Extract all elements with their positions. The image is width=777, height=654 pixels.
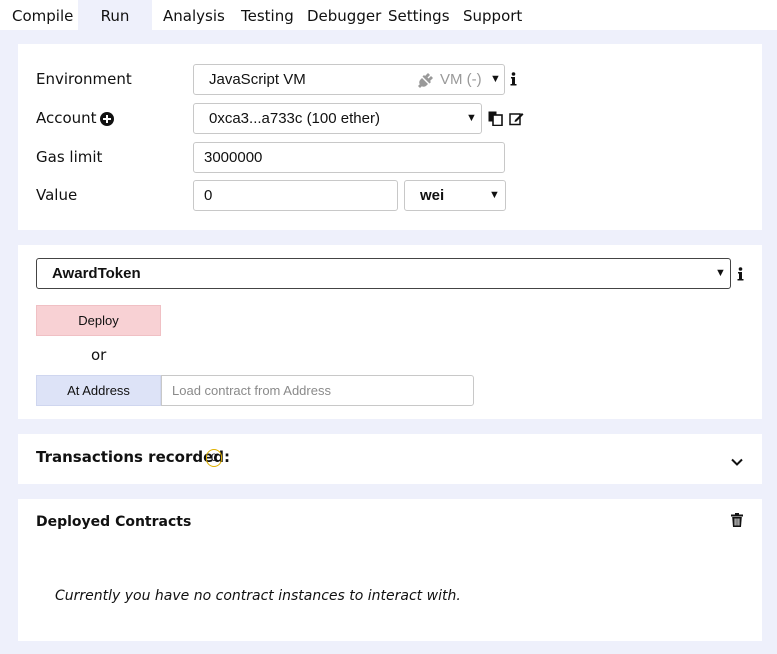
edit-icon[interactable] — [509, 111, 524, 130]
deployed-contracts-card: Deployed Contracts Currently you have no… — [18, 499, 762, 641]
info-icon[interactable] — [737, 266, 744, 285]
value-amount: 0 — [204, 187, 213, 204]
unit-value: wei — [420, 187, 445, 204]
value-label: Value — [36, 186, 78, 204]
gas-limit-input[interactable]: 3000000 — [193, 142, 505, 173]
account-label: Account — [36, 109, 97, 127]
tab-debugger[interactable]: Debugger — [307, 0, 381, 30]
transactions-count-badge: 0 — [206, 449, 222, 467]
plus-circle-icon[interactable] — [100, 111, 114, 130]
contract-value: AwardToken — [52, 265, 141, 282]
chevron-down-icon: ▼ — [490, 73, 501, 85]
environment-select[interactable]: JavaScript VM VM (-) ▼ — [193, 64, 505, 95]
info-icon[interactable] — [510, 71, 517, 90]
deploy-button[interactable]: Deploy — [36, 305, 161, 336]
deployed-contracts-title: Deployed Contracts — [36, 514, 192, 530]
trash-icon[interactable] — [731, 512, 743, 531]
chevron-down-icon: ▼ — [489, 189, 500, 201]
account-select[interactable]: 0xca3...a733c (100 ether) ▼ — [193, 103, 482, 134]
copy-icon[interactable] — [488, 111, 503, 130]
tab-bar: Compile Run Analysis Testing Debugger Se… — [0, 0, 777, 30]
transactions-label: Transactions recorded: — [36, 448, 230, 466]
gas-limit-value: 3000000 — [204, 149, 263, 166]
chevron-down-icon: ▼ — [715, 267, 726, 279]
tab-support[interactable]: Support — [463, 0, 522, 30]
run-settings-card: Environment JavaScript VM VM (-) ▼ Accou… — [18, 44, 762, 230]
unit-select[interactable]: wei ▼ — [404, 180, 506, 211]
environment-value: JavaScript VM — [209, 71, 306, 88]
gas-limit-label: Gas limit — [36, 148, 103, 166]
transactions-card[interactable]: Transactions recorded: 0 — [18, 434, 762, 484]
chevron-down-icon: ▼ — [466, 112, 477, 124]
value-input[interactable]: 0 — [193, 180, 398, 211]
account-value: 0xca3...a733c (100 ether) — [209, 110, 380, 127]
chevron-down-icon[interactable] — [731, 452, 743, 471]
plug-icon — [418, 72, 434, 92]
tab-compile[interactable]: Compile — [12, 0, 73, 30]
deploy-card: AwardToken ▼ Deploy or At Address Load c… — [18, 245, 762, 419]
address-placeholder: Load contract from Address — [172, 383, 331, 398]
tab-settings[interactable]: Settings — [388, 0, 450, 30]
tab-testing[interactable]: Testing — [241, 0, 294, 30]
or-label: or — [91, 346, 107, 364]
tab-analysis[interactable]: Analysis — [163, 0, 225, 30]
no-instances-message: Currently you have no contract instances… — [55, 588, 461, 604]
contract-select[interactable]: AwardToken ▼ — [36, 258, 731, 289]
tab-run[interactable]: Run — [78, 0, 152, 30]
at-address-button[interactable]: At Address — [36, 375, 161, 406]
address-input[interactable]: Load contract from Address — [161, 375, 474, 406]
environment-label: Environment — [36, 70, 132, 88]
vm-status: VM (-) — [440, 71, 482, 88]
